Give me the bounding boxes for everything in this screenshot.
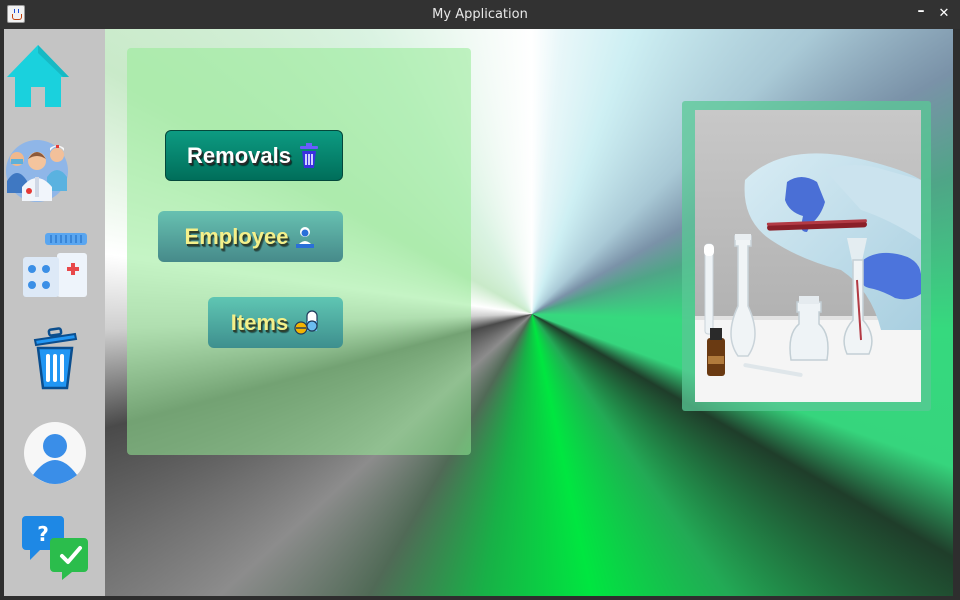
pills-icon [294, 309, 318, 335]
window-border-bottom [0, 596, 960, 600]
window-border-right [953, 29, 960, 600]
sidebar-item-help[interactable]: ? [22, 514, 90, 580]
photo-frame [682, 101, 931, 411]
medical-staff-icon [6, 140, 68, 202]
menu-panel: Removals Employee Items [127, 48, 471, 455]
lab-scene-image [695, 110, 921, 402]
sidebar-item-employees[interactable] [5, 137, 69, 203]
sidebar: ? [4, 29, 105, 596]
medicine-icon [23, 233, 87, 297]
employee-button[interactable]: Employee [158, 211, 343, 262]
home-icon [7, 45, 69, 107]
help-chat-icon: ? [22, 516, 88, 580]
minimize-button[interactable]: – [913, 4, 929, 22]
lab-photo [695, 110, 921, 402]
sidebar-item-profile[interactable] [23, 421, 87, 485]
sidebar-item-items[interactable] [21, 233, 89, 297]
main-content: Removals Employee Items [105, 29, 953, 596]
trash-icon [299, 142, 318, 168]
employee-button-label: Employee [184, 223, 289, 249]
removals-button-label: Removals [187, 142, 291, 168]
sidebar-item-removals[interactable] [31, 326, 79, 392]
window-title: My Application [432, 7, 528, 22]
sidebar-item-home[interactable] [5, 43, 71, 109]
items-button[interactable]: Items [208, 297, 343, 348]
svg-text:?: ? [37, 522, 49, 546]
user-icon [24, 422, 86, 484]
close-button[interactable]: ✕ [936, 6, 952, 22]
title-bar: My Application – ✕ [0, 0, 960, 29]
employee-icon [296, 226, 315, 248]
trash-icon [33, 327, 78, 390]
items-button-label: Items [230, 309, 289, 335]
removals-button[interactable]: Removals [165, 130, 343, 181]
